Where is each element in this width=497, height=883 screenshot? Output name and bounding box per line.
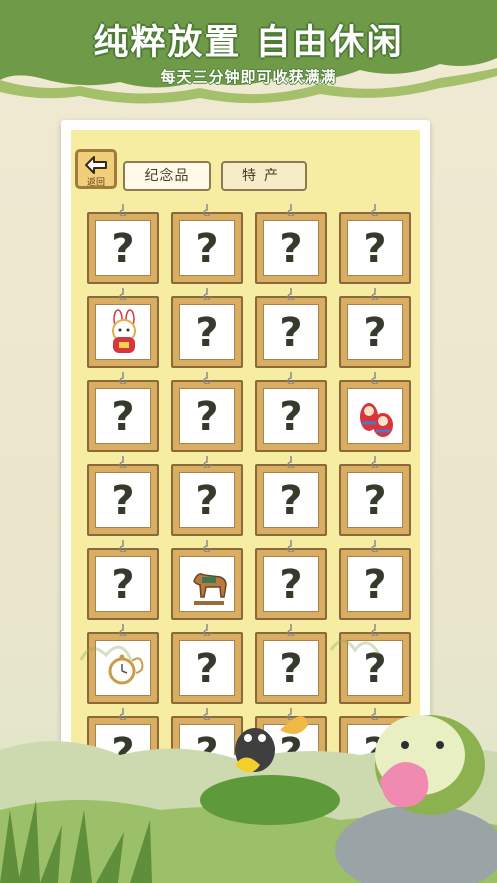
- promo-subtitle: 每天三分钟即可收获满满: [160, 68, 337, 86]
- hook-icon: [119, 540, 127, 552]
- hook-icon: [203, 372, 211, 384]
- unknown-mark: ?: [279, 226, 303, 272]
- slot-card: ?: [179, 304, 235, 360]
- hook-icon: [119, 372, 127, 384]
- souvenir-slot[interactable]: ?: [171, 204, 243, 284]
- unknown-mark: ?: [111, 394, 135, 440]
- souvenir-slot[interactable]: ?: [255, 204, 327, 284]
- slot-card: ?: [347, 472, 403, 528]
- hook-icon: [119, 456, 127, 468]
- bottom-scene-decoration: [0, 715, 497, 883]
- slot-card: ?: [263, 220, 319, 276]
- slot-card: [95, 304, 151, 360]
- souvenir-slot[interactable]: ?: [87, 456, 159, 536]
- unknown-mark: ?: [279, 310, 303, 356]
- hook-icon: [203, 204, 211, 216]
- arrow-left-icon: [85, 156, 107, 174]
- hook-icon: [119, 204, 127, 216]
- souvenir-slot[interactable]: ?: [255, 288, 327, 368]
- unknown-mark: ?: [195, 394, 219, 440]
- back-button[interactable]: 返回: [75, 149, 117, 189]
- hook-icon: [287, 456, 295, 468]
- promo-banner: 纯粹放置 自由休闲 每天三分钟即可收获满满: [0, 0, 497, 92]
- souvenir-slot[interactable]: ?: [339, 456, 411, 536]
- back-button-label: 返回: [86, 178, 105, 188]
- unknown-mark: ?: [111, 226, 135, 272]
- unknown-mark: ?: [111, 478, 135, 524]
- unknown-mark: ?: [279, 478, 303, 524]
- souvenir-slot[interactable]: ?: [339, 288, 411, 368]
- slot-card: [347, 388, 403, 444]
- unknown-mark: ?: [195, 310, 219, 356]
- unknown-mark: ?: [279, 394, 303, 440]
- slot-card: ?: [347, 220, 403, 276]
- souvenir-slot[interactable]: ?: [339, 204, 411, 284]
- hook-icon: [371, 540, 379, 552]
- frog-character-icon: [375, 715, 485, 815]
- slot-card: ?: [95, 472, 151, 528]
- unknown-mark: ?: [363, 478, 387, 524]
- slot-card: ?: [347, 304, 403, 360]
- slot-card: ?: [179, 472, 235, 528]
- souvenir-slot[interactable]: ?: [171, 288, 243, 368]
- souvenir-slot[interactable]: ?: [87, 372, 159, 452]
- souvenir-slot[interactable]: [339, 372, 411, 452]
- unknown-mark: ?: [363, 226, 387, 272]
- hook-icon: [371, 456, 379, 468]
- slot-card: ?: [95, 388, 151, 444]
- hook-icon: [203, 456, 211, 468]
- unknown-mark: ?: [195, 226, 219, 272]
- hook-icon: [287, 372, 295, 384]
- hook-icon: [371, 204, 379, 216]
- slot-card: ?: [95, 220, 151, 276]
- hook-icon: [203, 540, 211, 552]
- slot-card: ?: [179, 388, 235, 444]
- tab-specialty[interactable]: 特产: [221, 161, 307, 191]
- hook-icon: [119, 288, 127, 300]
- slot-card: ?: [179, 220, 235, 276]
- slot-card: ?: [263, 304, 319, 360]
- souvenir-slot[interactable]: ?: [171, 372, 243, 452]
- souvenir-slot[interactable]: [87, 288, 159, 368]
- souvenir-slot[interactable]: ?: [255, 456, 327, 536]
- slot-card: ?: [263, 388, 319, 444]
- souvenir-slot[interactable]: ?: [87, 204, 159, 284]
- souvenir-slot[interactable]: ?: [255, 372, 327, 452]
- hook-icon: [371, 288, 379, 300]
- hook-icon: [203, 288, 211, 300]
- hook-icon: [287, 540, 295, 552]
- slot-card: ?: [263, 472, 319, 528]
- unknown-mark: ?: [195, 478, 219, 524]
- hook-icon: [287, 204, 295, 216]
- tab-souvenir[interactable]: 纪念品: [123, 161, 211, 191]
- souvenir-slot[interactable]: ?: [171, 456, 243, 536]
- hook-icon: [287, 288, 295, 300]
- hook-icon: [371, 372, 379, 384]
- promo-title: 纯粹放置 自由休闲: [93, 23, 404, 63]
- unknown-mark: ?: [363, 310, 387, 356]
